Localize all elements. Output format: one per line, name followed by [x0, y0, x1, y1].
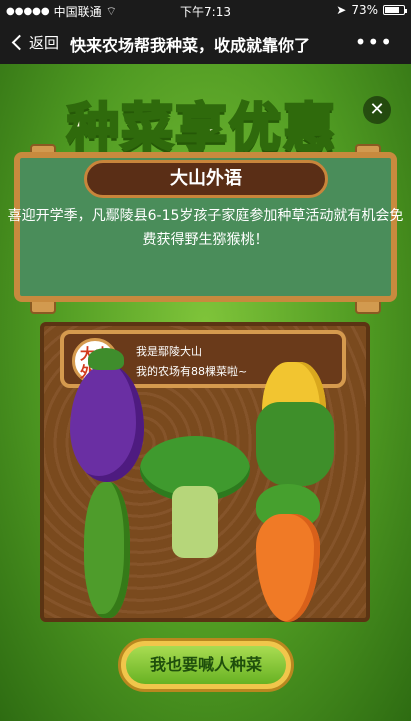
carrot-body	[256, 514, 320, 622]
corn-icon[interactable]	[256, 362, 334, 486]
sign-board: 大山外语 喜迎开学季，凡鄢陵县6-15岁孩子家庭参加种草活动就有机会免费获得野生…	[8, 144, 403, 314]
back-button[interactable]: 返回	[8, 32, 59, 53]
close-icon[interactable]: ✕	[363, 96, 391, 124]
nav-bar: 返回 快来农场帮我种菜，收成就靠你了 •••	[0, 22, 411, 64]
cucumber-icon[interactable]	[84, 482, 130, 618]
location-icon: ➤	[336, 3, 347, 17]
broccoli-stem	[172, 486, 218, 558]
page-title: 快来农场帮我种菜，收成就靠你了	[70, 36, 311, 55]
user-name: 我是鄢陵大山	[136, 345, 202, 358]
corn-husk	[256, 402, 334, 486]
event-description: 喜迎开学季，凡鄢陵县6-15岁孩子家庭参加种草活动就有机会免费获得野生猕猴桃！	[7, 208, 404, 248]
carrot-icon[interactable]	[250, 484, 326, 624]
eggplant-cap	[88, 348, 124, 370]
brand-plaque: 大山外语	[84, 160, 328, 198]
battery-icon	[383, 5, 407, 15]
user-plant-count: 我的农场有88棵菜啦~	[136, 365, 248, 378]
invite-planting-label: 我也要喊人种菜	[126, 646, 286, 684]
back-label: 返回	[29, 34, 60, 52]
chevron-left-icon	[11, 34, 28, 51]
broccoli-icon[interactable]	[140, 436, 250, 560]
eggplant-icon[interactable]	[70, 348, 144, 482]
invite-planting-button[interactable]: 我也要喊人种菜	[118, 638, 294, 692]
status-bar: ●●●●● 中国联通 ⌔ 下午7:13 ➤ 73%	[0, 0, 411, 22]
game-area: 种菜享优惠 ✕ 大山外语 喜迎开学季，凡鄢陵县6-15岁孩子家庭参加种草活动就有…	[0, 64, 411, 721]
battery-percent: 73%	[351, 3, 378, 17]
status-right: ➤ 73%	[336, 3, 407, 17]
headline: 种菜享优惠	[65, 98, 337, 161]
more-button[interactable]: •••	[355, 30, 393, 54]
